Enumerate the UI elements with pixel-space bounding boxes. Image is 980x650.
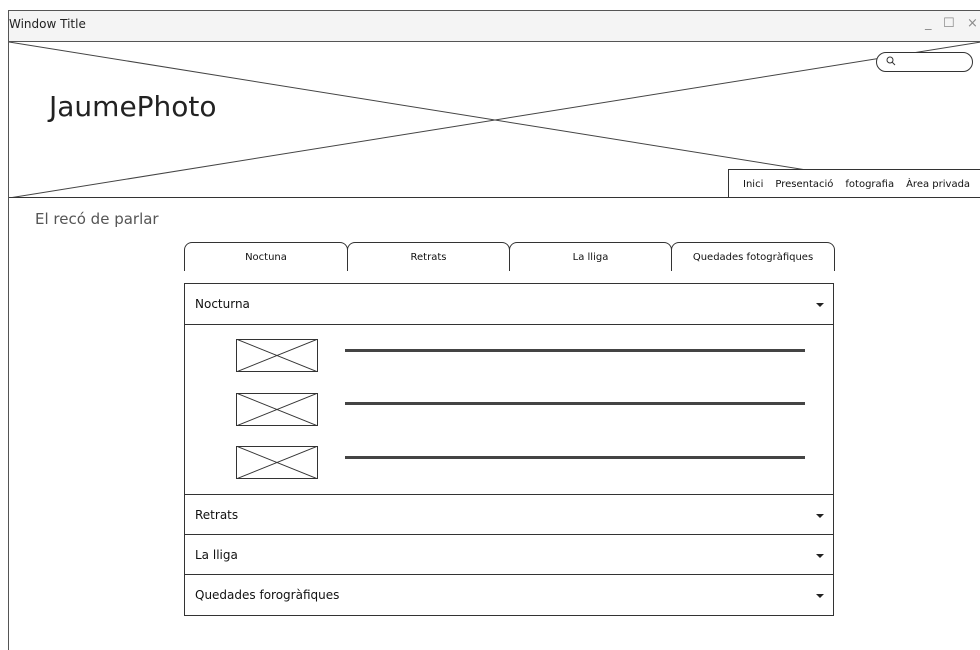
search-icon [886,56,896,66]
tab-la-lliga[interactable]: La lliga [509,242,672,271]
accordion-panel-quedades: Quedades forogràfiques [184,574,834,616]
accordion-label: La lliga [195,548,238,562]
nav-item-inici[interactable]: Inici [743,179,763,190]
nav-item-presentacio[interactable]: Presentació [775,179,833,190]
tab-bar: Noctuna Retrats La lliga Quedades fotogr… [184,242,835,272]
accordion-label: Quedades forogràfiques [195,588,340,602]
minimize-button[interactable]: _ [925,16,932,31]
site-title: JaumePhoto [49,90,217,123]
accordion-header[interactable]: Quedades forogràfiques [185,575,833,615]
nav-item-area-privada[interactable]: Àrea privada [906,179,970,190]
tab-quedades-fotografiques[interactable]: Quedades fotogràfiques [671,242,835,271]
close-button[interactable]: × [967,16,978,31]
tab-noctuna[interactable]: Noctuna [184,242,348,271]
main-nav: Inici Presentació fotografia Àrea privad… [728,169,980,197]
accordion-label: Nocturna [195,297,250,311]
site-header: JaumePhoto Inici Presentació fotografia … [9,42,980,198]
chevron-down-icon[interactable] [816,554,824,558]
chevron-down-icon[interactable] [816,594,824,598]
tab-retrats[interactable]: Retrats [347,242,510,271]
title-bar: Window Title _ ☐ × [9,11,980,42]
search-input[interactable] [876,52,973,72]
chevron-down-icon[interactable] [816,303,824,307]
maximize-button[interactable]: ☐ [943,16,955,31]
image-placeholder [236,339,318,372]
section-title: El recó de parlar [35,210,159,228]
chevron-down-icon[interactable] [816,514,824,518]
accordion-panel-la-lliga: La lliga [184,534,834,576]
accordion-header[interactable]: Retrats [185,495,833,535]
accordion-panel-retrats: Retrats [184,494,834,536]
accordion-label: Retrats [195,508,239,522]
text-line-placeholder [345,349,805,352]
nav-item-fotografia[interactable]: fotografia [845,179,894,190]
accordion-panel-nocturna: Nocturna [184,283,834,496]
text-line-placeholder [345,456,805,459]
accordion-header[interactable]: La lliga [185,535,833,575]
text-line-placeholder [345,402,805,405]
window-title: Window Title [9,17,86,31]
accordion-body [185,324,833,495]
accordion-header[interactable]: Nocturna [185,284,833,324]
image-placeholder [236,393,318,426]
image-placeholder [236,446,318,479]
